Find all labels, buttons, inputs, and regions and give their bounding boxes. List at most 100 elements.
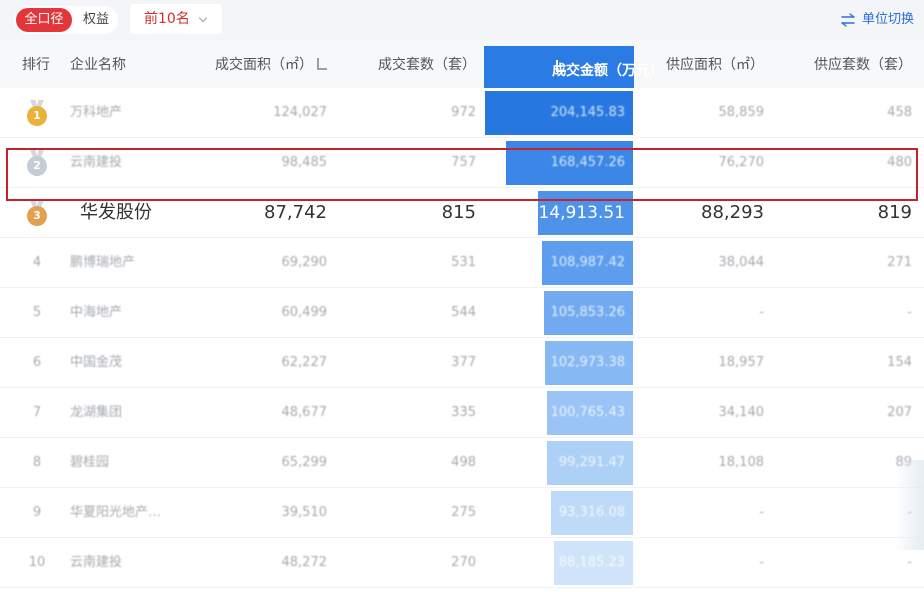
deal-count: 377 [451,355,476,370]
unit-switch-button[interactable]: 单位切换 [841,8,914,32]
rank-number: 7 [32,405,42,420]
header-count[interactable]: 成交套数（套） [378,40,476,90]
rank-number: 3 [27,206,47,226]
scope-segmented-control: 全口径 权益 [14,6,118,34]
rank-number: 4 [32,255,42,270]
chevron-down-icon [198,13,208,23]
header-name: 企业名称 [70,57,126,73]
deal-count: 531 [451,255,476,270]
company-name: 中国金茂 [70,355,123,370]
rank-number: 9 [32,505,42,520]
deal-amount: 99,291.47 [558,455,625,470]
header-supply-area[interactable]: 供应面积（㎡） [666,40,764,90]
deal-area: 124,027 [273,105,327,120]
supply-area: - [759,555,764,570]
header-amount-sorted[interactable]: 成交金额（万元） [484,46,664,88]
supply-area: 18,957 [718,355,765,370]
deal-area: 48,677 [281,405,328,420]
supply-count: 154 [887,355,912,370]
deal-amount: 88,185.23 [558,555,625,570]
deal-amount: 102,973.38 [550,355,625,370]
rank-number: 1 [27,106,47,126]
table-row[interactable]: 2 云南建投 98,485 757 168,457.26 76,270 480 [0,138,924,188]
supply-count: 458 [887,105,912,120]
table-row[interactable]: 6 中国金茂 62,227 377 102,973.38 18,957 154 [0,338,924,388]
supply-count: - [907,305,912,320]
supply-area: - [759,505,764,520]
deal-amount: 93,316.08 [558,505,625,520]
header-rank: 排行 [22,57,50,73]
toolbar: 全口径 权益 前10名 单位切换 [0,0,924,40]
table-header: 排行 企业名称 成交面积（㎡） 成交套数（套） 成交金额（万元） 供应面积（㎡）… [0,40,924,88]
deal-count: 544 [451,305,476,320]
supply-area: 88,293 [701,202,764,223]
company-name: 云南建投 [70,555,123,570]
table-row[interactable]: 1 万科地产 124,027 972 204,145.83 58,859 458 [0,88,924,138]
table-row[interactable]: 4 鹏博瑞地产 69,290 531 108,987.42 38,044 271 [0,238,924,288]
ranking-table: 排行 企业名称 成交面积（㎡） 成交套数（套） 成交金额（万元） 供应面积（㎡）… [0,40,924,592]
company-name: 龙湖集团 [70,405,123,420]
supply-area: 18,108 [718,455,765,470]
supply-count: 819 [877,202,912,223]
deal-count: 335 [451,405,476,420]
scope-tab-all[interactable]: 全口径 [16,8,72,32]
top-n-dropdown[interactable]: 前10名 [130,4,222,34]
company-name: 鹏博瑞地产 [70,255,136,270]
deal-amount: 100,765.43 [550,405,625,420]
table-row[interactable]: 8碧桂园65,29949899,291.4718,10889 [0,438,924,488]
table-row[interactable]: 5 中海地产 60,499 544 105,853.26 - - [0,288,924,338]
deal-area: 48,272 [281,555,328,570]
supply-count: 207 [887,405,912,420]
deal-count: 498 [451,455,476,470]
company-name: 万科地产 [70,105,123,120]
deal-amount: 108,987.42 [550,255,625,270]
deal-count: 275 [451,505,476,520]
company-name: 华发股份 [80,202,152,223]
deal-area: 87,742 [264,202,327,223]
deal-amount: 204,145.83 [550,105,625,120]
header-area[interactable]: 成交面积（㎡） [215,40,327,90]
deal-area: 60,499 [281,305,328,320]
header-supply-count[interactable]: 供应套数（套） [814,40,912,90]
deal-count: 815 [441,202,476,223]
deal-amount: 105,853.26 [550,305,625,320]
supply-count: 271 [887,255,912,270]
rank-number: 10 [28,555,46,570]
header-count-label: 成交套数（套） [378,57,476,73]
unit-switch-label: 单位切换 [861,12,914,27]
deal-count: 757 [451,155,476,170]
company-name: 云南建投 [70,155,123,170]
rank-number: 6 [32,355,42,370]
deal-area: 39,510 [281,505,328,520]
bronze-medal-icon: 3 [25,200,49,228]
scope-tab-equity[interactable]: 权益 [76,8,116,32]
supply-area: 76,270 [718,155,765,170]
supply-area: 34,140 [718,405,765,420]
top-n-label: 前10名 [144,11,190,27]
swap-icon [841,13,855,27]
deal-area: 62,227 [281,355,328,370]
gold-medal-icon: 1 [25,100,49,128]
company-name: 碧桂园 [70,455,110,470]
deal-count: 972 [451,105,476,120]
deal-area: 69,290 [281,255,328,270]
supply-area: - [759,305,764,320]
table-row[interactable]: 10 云南建投 48,272 270 88,185.23- - [0,538,924,588]
scroll-fade [894,460,924,550]
header-area-label: 成交面积（㎡） [215,57,313,73]
table-row[interactable]: 9华夏阳光地产…39,51027593,316.08-- [0,488,924,538]
company-name: 华夏阳光地产… [70,505,162,520]
deal-amount: 168,457.26 [550,155,625,170]
supply-count: 480 [887,155,912,170]
rank-number: 5 [32,305,42,320]
table-row[interactable]: 3 华发股份 87,742 815 114,913.51 88,293 819 [0,188,924,238]
deal-area: 65,299 [281,455,328,470]
deal-count: 270 [451,555,476,570]
sort-icon [317,58,327,70]
deal-amount: 114,913.51 [527,203,625,223]
rank-number: 8 [32,455,42,470]
company-name: 中海地产 [70,305,123,320]
table-row[interactable]: 7 龙湖集团 48,677 335 100,765.43 34,140 207 [0,388,924,438]
supply-area: 38,044 [718,255,765,270]
silver-medal-icon: 2 [25,150,49,178]
